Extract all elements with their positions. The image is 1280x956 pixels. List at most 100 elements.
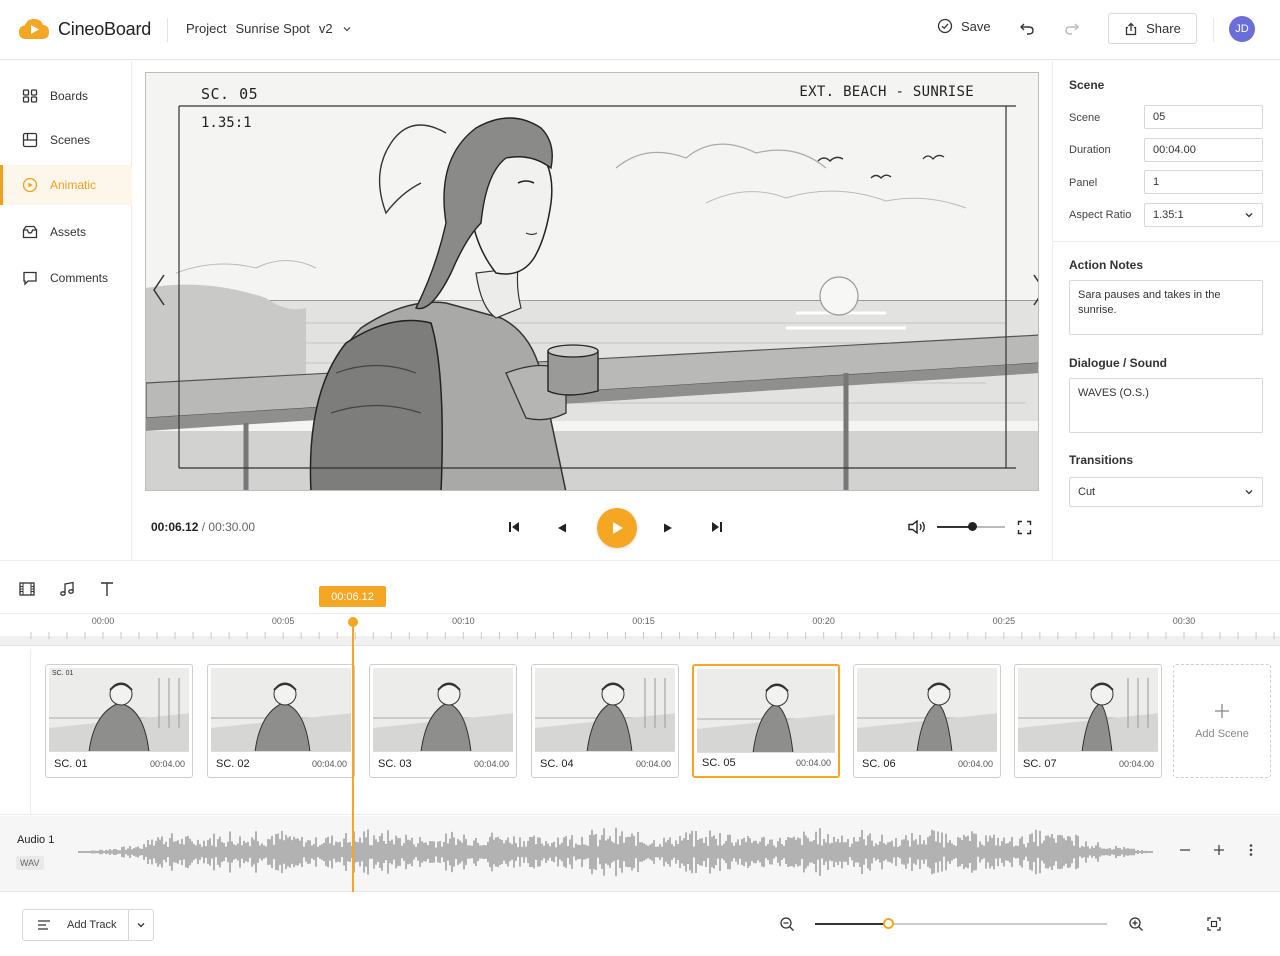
step-back-button[interactable] xyxy=(556,521,568,539)
check-circle-icon xyxy=(937,18,953,34)
app-header: CineoBoard Project Sunrise Spot v2 Save … xyxy=(0,0,1280,60)
scene-card[interactable]: SC. 04 00:04.00 xyxy=(531,664,679,778)
scene-field[interactable]: 05 xyxy=(1144,105,1263,129)
scene-card-name: SC. 04 xyxy=(540,758,574,770)
boards-icon xyxy=(22,88,38,104)
audio-track-more-button[interactable] xyxy=(1248,843,1254,862)
scene-card-badge: SC. 01 xyxy=(52,670,74,677)
panel-section-title: Scene xyxy=(1069,78,1105,92)
scenes-icon xyxy=(22,132,38,148)
transition-value: Cut xyxy=(1078,486,1096,498)
ruler-tick-label: 00:20 xyxy=(812,616,835,626)
scene-card-name: SC. 05 xyxy=(702,757,736,769)
timeline-zoom-handle[interactable] xyxy=(883,918,894,929)
tracks-icon xyxy=(37,919,51,931)
share-label: Share xyxy=(1146,21,1181,36)
volume-button[interactable] xyxy=(907,518,927,541)
storyboard-preview: SC. 05 1.35:1 EXT. BEACH - SUNRISE xyxy=(145,72,1039,491)
transitions-title: Transitions xyxy=(1069,453,1134,467)
save-button[interactable]: Save xyxy=(937,18,991,34)
duration-field[interactable]: 00:04.00 xyxy=(1144,138,1263,162)
sidebar-item-label: Boards xyxy=(50,89,89,103)
scene-card-duration: 00:04.00 xyxy=(795,758,831,768)
play-button[interactable] xyxy=(597,508,637,548)
scene-card[interactable]: SC. 03 00:04.00 xyxy=(369,664,517,778)
transition-select[interactable]: Cut xyxy=(1069,477,1263,507)
scene-thumbnail xyxy=(1018,668,1158,752)
scene-slug: SC. 05 xyxy=(201,85,259,103)
text-tool-icon[interactable] xyxy=(98,580,116,598)
sidebar-item-comments[interactable]: Comments xyxy=(0,258,132,298)
location-slug: EXT. BEACH - SUNRISE xyxy=(799,84,974,100)
scene-card[interactable]: SC. 02 00:04.00 xyxy=(207,664,355,778)
scene-card[interactable]: SC. 05 00:04.00 xyxy=(692,664,840,778)
share-button[interactable]: Share xyxy=(1108,13,1197,44)
audio-track-collapse-button[interactable] xyxy=(1178,843,1192,862)
sidebar-item-label: Comments xyxy=(50,271,109,285)
user-avatar[interactable]: JD xyxy=(1229,16,1255,42)
sidebar-item-boards[interactable]: Boards xyxy=(0,76,132,116)
scene-card-duration: 00:04.00 xyxy=(311,759,347,769)
ruler-tick-label: 00:00 xyxy=(91,616,115,626)
zoom-out-icon xyxy=(779,916,795,932)
redo-button[interactable] xyxy=(1063,19,1081,42)
scene-card-duration: 00:04.00 xyxy=(957,759,993,769)
playhead-handle[interactable] xyxy=(348,617,358,627)
ruler-tick-label: 00:10 xyxy=(452,616,475,626)
skip-start-button[interactable] xyxy=(507,520,521,539)
zoom-in-button[interactable] xyxy=(1128,916,1144,937)
audio-waveform[interactable] xyxy=(78,826,1158,878)
dialogue-sound-field[interactable]: WAVES (O.S.) xyxy=(1069,378,1263,433)
playhead-time-badge[interactable]: 00:06.12 xyxy=(319,586,386,607)
skip-end-button[interactable] xyxy=(710,520,724,539)
sidebar-item-animatic[interactable]: Animatic xyxy=(0,165,132,205)
total-time: 00:30.00 xyxy=(208,520,256,534)
chevron-down-icon xyxy=(136,920,146,930)
aspect-ratio-value: 1.35:1 xyxy=(1153,209,1184,221)
action-notes-field[interactable]: Sara pauses and takes in the sunrise. xyxy=(1069,280,1263,335)
scene-card[interactable]: SC. 06 00:04.00 xyxy=(853,664,1001,778)
animatic-icon xyxy=(22,177,38,193)
scene-card[interactable]: SC. 07 00:04.00 xyxy=(1014,664,1162,778)
film-track-icon[interactable] xyxy=(18,580,36,598)
aspect-ratio-label: 1.35:1 xyxy=(201,115,252,131)
project-selector[interactable]: Project Sunrise Spot v2 xyxy=(186,21,352,36)
add-track-label: Add Track xyxy=(67,919,117,931)
add-track-button[interactable]: Add Track xyxy=(22,909,154,941)
fit-to-view-button[interactable] xyxy=(1206,916,1222,937)
sidebar-item-label: Scenes xyxy=(50,133,91,147)
cloud-play-logo-icon xyxy=(18,17,50,41)
scene-card[interactable]: SC. 01 SC. 01 00:04.00 xyxy=(45,664,193,778)
minus-icon xyxy=(1178,843,1192,857)
zoom-in-icon xyxy=(1128,916,1144,932)
sidebar-item-scenes[interactable]: Scenes xyxy=(0,120,132,160)
aspect-ratio-select[interactable]: 1.35:1 xyxy=(1144,203,1263,227)
panel-field[interactable]: 1 xyxy=(1144,170,1263,194)
volume-icon xyxy=(907,518,927,536)
step-forward-icon xyxy=(662,522,674,534)
app-logo[interactable]: CineoBoard xyxy=(18,17,151,41)
scene-thumbnail xyxy=(697,669,835,753)
scene-card-name: SC. 03 xyxy=(378,758,412,770)
add-scene-label: Add Scene xyxy=(1195,728,1249,740)
action-notes-title: Action Notes xyxy=(1069,258,1144,272)
scene-thumbnail xyxy=(373,668,513,752)
undo-icon xyxy=(1018,19,1036,37)
fullscreen-button[interactable] xyxy=(1017,520,1032,540)
music-note-icon[interactable] xyxy=(58,580,76,598)
panel-field-label: Panel xyxy=(1069,177,1098,189)
zoom-out-button[interactable] xyxy=(779,916,795,937)
playhead[interactable] xyxy=(352,620,354,892)
project-label: Project xyxy=(186,21,227,36)
audio-track-expand-button[interactable] xyxy=(1212,843,1226,862)
add-track-dropdown[interactable] xyxy=(129,920,153,930)
undo-button[interactable] xyxy=(1018,19,1036,42)
chevron-down-icon xyxy=(342,24,352,34)
step-forward-button[interactable] xyxy=(662,521,674,539)
scene-thumbnail xyxy=(857,668,997,752)
ruler-tick-label: 00:05 xyxy=(271,616,295,626)
plus-icon xyxy=(1212,843,1226,857)
sidebar-item-assets[interactable]: Assets xyxy=(0,212,132,252)
volume-slider-handle[interactable] xyxy=(968,522,977,531)
add-scene-button[interactable]: Add Scene xyxy=(1173,664,1271,778)
